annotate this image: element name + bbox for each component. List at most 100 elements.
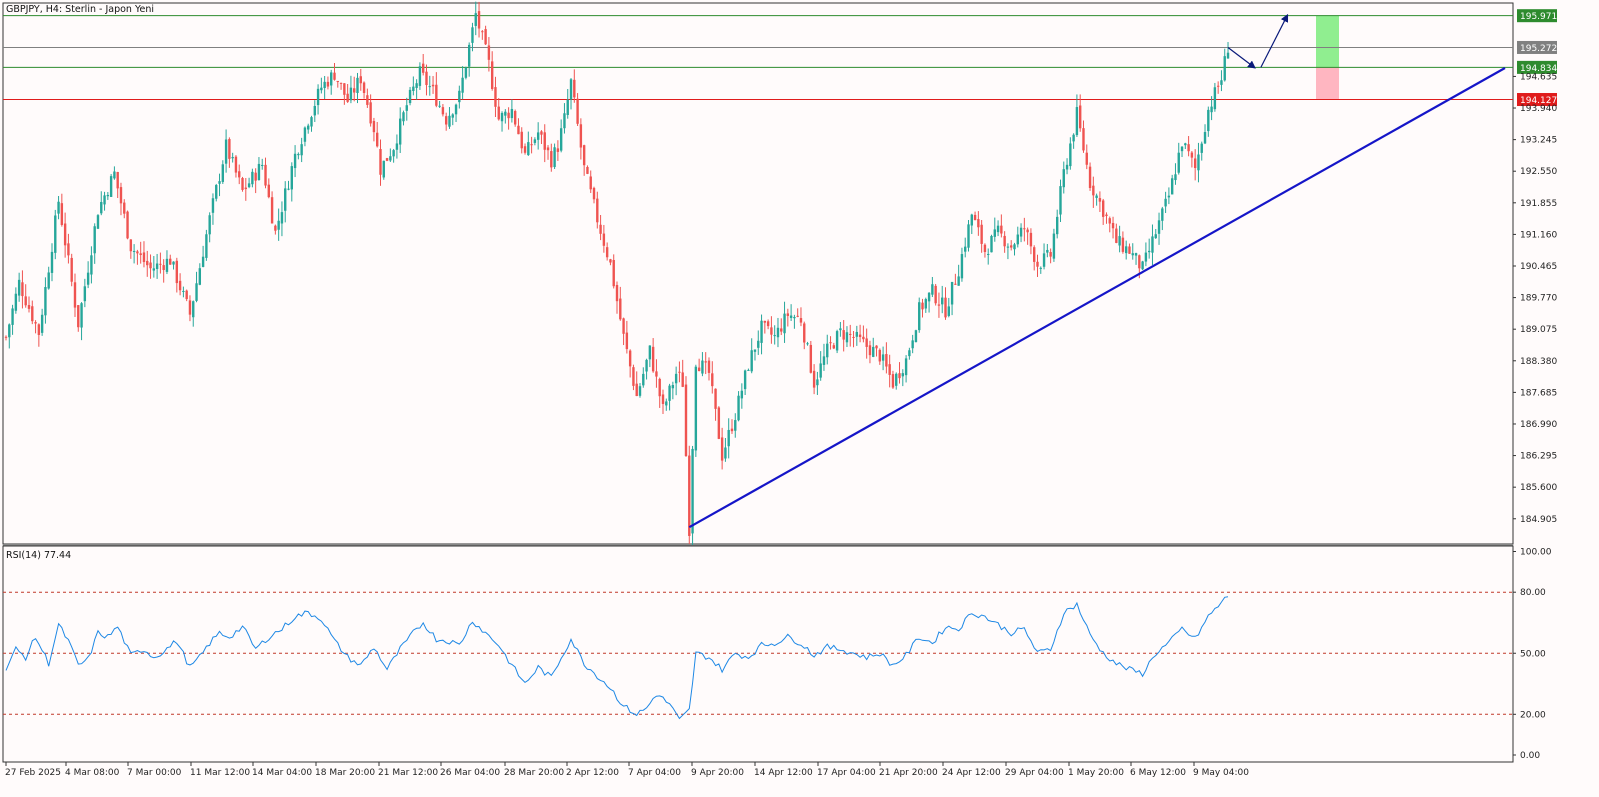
candle-body bbox=[106, 194, 110, 197]
candle-body bbox=[1197, 154, 1200, 171]
candle-body bbox=[533, 139, 537, 143]
candle-body bbox=[888, 364, 891, 375]
candle-body bbox=[464, 67, 468, 78]
candle-body bbox=[927, 292, 931, 302]
chart-canvas: 195.971195.272194.834194.127194.635193.9… bbox=[0, 0, 1599, 797]
candle-body bbox=[188, 300, 192, 315]
candle-body bbox=[484, 29, 487, 45]
candle-body bbox=[596, 198, 599, 223]
price-tick-label: 186.295 bbox=[1520, 452, 1557, 462]
candle-body bbox=[737, 395, 740, 421]
candle-body bbox=[1019, 227, 1023, 237]
candle-body bbox=[1003, 235, 1006, 247]
price-tick-label: 188.380 bbox=[1520, 357, 1557, 367]
candle-body bbox=[730, 428, 734, 432]
candle-body bbox=[116, 171, 119, 189]
candle-body bbox=[1046, 249, 1049, 253]
candle-body bbox=[694, 366, 698, 451]
time-tick-label: 29 Apr 04:00 bbox=[1005, 768, 1064, 778]
time-tick-label: 4 Mar 08:00 bbox=[65, 768, 120, 778]
time-tick-label: 2 Apr 12:00 bbox=[566, 768, 619, 778]
candle-body bbox=[937, 304, 941, 306]
time-tick-label: 27 Feb 2025 bbox=[5, 768, 61, 778]
candle-body bbox=[921, 302, 924, 310]
candle-body bbox=[497, 106, 500, 120]
candle-body bbox=[1213, 87, 1217, 110]
candle-body bbox=[1088, 166, 1092, 188]
candle-body bbox=[63, 223, 67, 246]
candle-body bbox=[132, 250, 136, 252]
candle-body bbox=[333, 72, 336, 80]
candle-body bbox=[1111, 222, 1115, 229]
candle-body bbox=[707, 360, 711, 373]
candle-body bbox=[1147, 250, 1151, 253]
candle-body bbox=[1075, 107, 1079, 136]
time-tick-label: 28 Mar 20:00 bbox=[504, 768, 564, 778]
candle-body bbox=[520, 131, 523, 149]
candle-body bbox=[523, 146, 527, 153]
candle-body bbox=[1128, 246, 1131, 254]
candle-body bbox=[658, 378, 661, 397]
candle-body bbox=[1056, 216, 1059, 235]
candle-body bbox=[717, 407, 721, 439]
candle-body bbox=[251, 171, 254, 185]
candle-body bbox=[987, 253, 990, 255]
candle-body bbox=[1095, 195, 1098, 198]
candle-body bbox=[40, 314, 44, 333]
candle-body bbox=[17, 279, 21, 296]
candle-body bbox=[655, 371, 658, 377]
candle-body bbox=[96, 215, 100, 229]
candle-body bbox=[339, 82, 343, 84]
candle-body bbox=[1200, 143, 1203, 153]
candle-body bbox=[786, 313, 790, 316]
candle-body bbox=[983, 244, 987, 252]
candle-body bbox=[944, 297, 947, 318]
candle-body bbox=[957, 276, 960, 286]
candle-body bbox=[714, 388, 717, 409]
time-tick-label: 17 Apr 04:00 bbox=[817, 768, 876, 778]
candle-body bbox=[645, 359, 648, 372]
candle-body bbox=[234, 156, 238, 173]
candle-body bbox=[964, 246, 967, 252]
rsi-label: RSI(14) 77.44 bbox=[6, 550, 71, 561]
candle-body bbox=[290, 166, 293, 190]
candle-body bbox=[803, 323, 806, 343]
candle-body bbox=[950, 281, 954, 305]
candle-body bbox=[215, 185, 218, 199]
candle-body bbox=[1216, 85, 1220, 87]
candle-body bbox=[1098, 198, 1102, 202]
candle-body bbox=[169, 258, 172, 265]
candle-body bbox=[267, 184, 270, 198]
candle-body bbox=[323, 81, 326, 89]
candle-body bbox=[684, 384, 688, 456]
candle-body bbox=[389, 156, 392, 161]
candle-body bbox=[448, 115, 451, 127]
candle-body bbox=[382, 160, 385, 178]
candle-body bbox=[356, 77, 359, 94]
candle-body bbox=[500, 112, 504, 122]
candle-body bbox=[24, 296, 27, 306]
candle-body bbox=[757, 340, 760, 348]
candle-body bbox=[152, 268, 156, 271]
candle-body bbox=[461, 77, 464, 93]
candle-body bbox=[454, 104, 458, 115]
candle-body bbox=[385, 158, 389, 161]
candle-body bbox=[865, 338, 868, 347]
candle-body bbox=[54, 215, 57, 253]
candle-body bbox=[359, 76, 362, 84]
candle-body bbox=[192, 301, 195, 318]
candle-body bbox=[569, 79, 573, 100]
candle-body bbox=[346, 93, 349, 102]
level-tag: 195.971 bbox=[1517, 9, 1557, 22]
candle-body bbox=[129, 239, 133, 252]
candle-body bbox=[540, 131, 543, 135]
candle-body bbox=[392, 150, 395, 157]
time-tick-label: 21 Apr 20:00 bbox=[879, 768, 938, 778]
candle-body bbox=[70, 257, 73, 282]
candle-body bbox=[872, 346, 875, 357]
candle-body bbox=[704, 361, 707, 363]
candle-body bbox=[336, 80, 339, 82]
candle-body bbox=[320, 87, 323, 91]
candle-body bbox=[1016, 234, 1019, 245]
candle-body bbox=[973, 214, 977, 221]
